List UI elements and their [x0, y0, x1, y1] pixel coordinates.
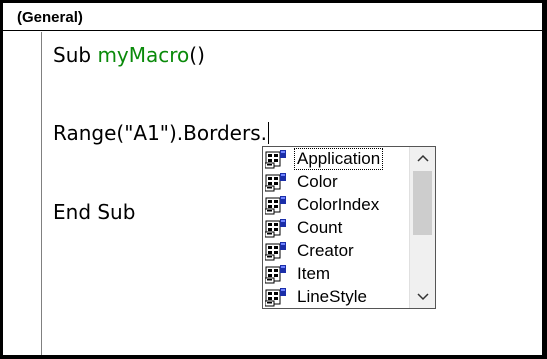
autocomplete-list[interactable]: Application Color ColorIndex Count Creat… — [262, 146, 436, 309]
property-icon — [264, 218, 287, 238]
macro-name: myMacro — [97, 43, 190, 67]
code-line-end-sub[interactable]: End Sub — [53, 199, 135, 225]
code-line-sub[interactable]: Sub myMacro() — [53, 42, 205, 68]
property-icon — [264, 241, 287, 261]
text-caret — [267, 122, 269, 144]
property-icon — [264, 195, 287, 215]
autocomplete-item-label: Count — [297, 217, 343, 237]
margin-indicator-bar[interactable] — [3, 32, 42, 355]
scroll-up-icon[interactable] — [410, 147, 435, 169]
autocomplete-items: Application Color ColorIndex Count Creat… — [263, 147, 409, 308]
sub-keyword: Sub — [53, 43, 98, 67]
autocomplete-item[interactable]: Creator — [263, 239, 409, 262]
procedure-dropdown[interactable]: (General) — [3, 3, 542, 31]
autocomplete-item-label: ColorIndex — [297, 194, 380, 214]
end-sub-statement: End Sub — [53, 200, 136, 224]
procedure-dropdown-value: (General) — [17, 9, 83, 26]
scroll-down-icon[interactable] — [410, 286, 435, 308]
autocomplete-item-label: Color — [297, 171, 338, 191]
property-icon — [264, 172, 287, 192]
autocomplete-item[interactable]: Application — [263, 147, 409, 170]
range-statement: Range("A1").Borders. — [53, 121, 267, 145]
property-icon — [264, 149, 287, 169]
code-line-range[interactable]: Range("A1").Borders. — [53, 120, 269, 146]
property-icon — [264, 287, 287, 307]
autocomplete-item-label: Item — [297, 263, 331, 283]
autocomplete-item-label: Application — [293, 147, 384, 170]
autocomplete-item[interactable]: Color — [263, 170, 409, 193]
scroll-thumb[interactable] — [413, 171, 432, 235]
autocomplete-item-label: LineStyle — [297, 286, 367, 306]
autocomplete-item-label: Creator — [297, 240, 354, 260]
property-icon — [264, 264, 287, 284]
autocomplete-scrollbar[interactable] — [409, 147, 435, 308]
autocomplete-item[interactable]: Item — [263, 262, 409, 285]
autocomplete-item[interactable]: Count — [263, 216, 409, 239]
autocomplete-item[interactable]: LineStyle — [263, 285, 409, 308]
macro-parens: () — [189, 43, 205, 67]
vbe-code-window: (General) Sub myMacro() Range("A1").Bord… — [3, 3, 542, 355]
autocomplete-item[interactable]: ColorIndex — [263, 193, 409, 216]
